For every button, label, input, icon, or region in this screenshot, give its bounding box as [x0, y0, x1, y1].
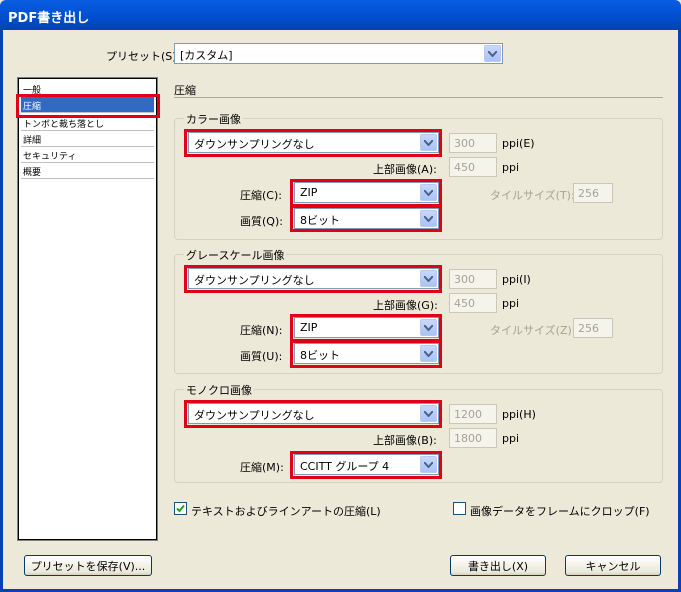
cancel-button[interactable]: キャンセル — [565, 555, 661, 576]
color-quality-label: 画質(Q): — [240, 215, 283, 228]
gray-ppi-field[interactable]: 300 — [449, 269, 497, 289]
text-compress-label: テキストおよびラインアートの圧縮(L) — [191, 505, 381, 518]
gray-ppi-label: ppi(I) — [502, 273, 531, 286]
mono-compression-label: 圧縮(M): — [240, 461, 284, 474]
sidebar-item-general[interactable]: 一般 — [21, 81, 154, 97]
color-group-title: カラー画像 — [184, 111, 243, 127]
mono-above-unit: ppi — [502, 432, 520, 445]
color-quality-select[interactable]: 8ビット — [294, 208, 439, 229]
color-tile-label: タイルサイズ(T): — [490, 189, 575, 202]
gray-compression-value: ZIP — [300, 321, 318, 334]
title-bar: PDF書き出し — [0, 0, 681, 30]
gray-above-field[interactable]: 450 — [449, 293, 497, 313]
chevron-down-icon[interactable] — [420, 319, 437, 336]
mono-above-field[interactable]: 1800 — [449, 428, 497, 448]
color-tile-field[interactable]: 256 — [573, 183, 613, 203]
mono-above-label: 上部画像(B): — [373, 434, 437, 447]
preset-select[interactable]: [カスタム] — [174, 43, 503, 64]
chevron-down-icon[interactable] — [420, 270, 437, 287]
color-ppi-field[interactable]: 300 — [449, 133, 497, 153]
preset-label: プリセット(S): — [106, 50, 181, 63]
gray-quality-select[interactable]: 8ビット — [294, 343, 439, 364]
sidebar-item-compression[interactable]: 圧縮 — [21, 97, 154, 113]
crop-checkbox[interactable] — [453, 502, 466, 515]
chevron-down-icon[interactable] — [420, 210, 437, 227]
mono-sampling-value: ダウンサンプリングなし — [194, 409, 315, 422]
gray-tile-field[interactable]: 256 — [573, 318, 613, 338]
chevron-down-icon[interactable] — [420, 345, 437, 362]
gray-tile-label: タイルサイズ(Z): — [490, 324, 576, 337]
color-above-field[interactable]: 450 — [449, 157, 497, 177]
color-compression-label: 圧縮(C): — [240, 189, 282, 202]
section-divider — [174, 97, 663, 98]
color-above-label: 上部画像(A): — [373, 163, 437, 176]
color-sampling-select[interactable]: ダウンサンプリングなし — [188, 132, 439, 153]
color-above-unit: ppi — [502, 161, 520, 174]
color-quality-value: 8ビット — [300, 214, 340, 227]
color-compression-value: ZIP — [300, 186, 318, 199]
gray-group-title: グレースケール画像 — [184, 247, 287, 263]
mono-group-title: モノクロ画像 — [184, 382, 254, 398]
color-compression-select[interactable]: ZIP — [294, 182, 439, 203]
color-sampling-value: ダウンサンプリングなし — [194, 138, 315, 151]
sidebar-item-marks-bleeds[interactable]: トンボと裁ち落とし — [21, 115, 154, 131]
chevron-down-icon[interactable] — [420, 405, 437, 422]
gray-above-unit: ppi — [502, 297, 520, 310]
preset-value: [カスタム] — [180, 49, 233, 62]
mono-compression-select[interactable]: CCITT グループ 4 — [294, 454, 439, 475]
sidebar-item-security[interactable]: セキュリティ — [21, 147, 154, 163]
window-title: PDF書き出し — [8, 11, 90, 26]
gray-above-label: 上部画像(G): — [373, 299, 438, 312]
checkmark-icon — [176, 504, 185, 513]
chevron-down-icon[interactable] — [420, 456, 437, 473]
chevron-down-icon[interactable] — [484, 45, 501, 62]
gray-quality-value: 8ビット — [300, 349, 340, 362]
chevron-down-icon[interactable] — [420, 134, 437, 151]
chevron-down-icon[interactable] — [420, 184, 437, 201]
gray-sampling-value: ダウンサンプリングなし — [194, 274, 315, 287]
sidebar-item-summary[interactable]: 概要 — [21, 163, 154, 179]
export-button[interactable]: 書き出し(X) — [450, 555, 546, 576]
gray-quality-label: 画質(U): — [240, 350, 283, 363]
mono-ppi-label: ppi(H) — [502, 408, 536, 421]
gray-sampling-select[interactable]: ダウンサンプリングなし — [188, 268, 439, 289]
color-ppi-label: ppi(E) — [502, 137, 535, 150]
mono-sampling-select[interactable]: ダウンサンプリングなし — [188, 403, 439, 424]
sidebar-item-advanced[interactable]: 詳細 — [21, 131, 154, 147]
mono-ppi-field[interactable]: 1200 — [449, 404, 497, 424]
mono-compression-value: CCITT グループ 4 — [300, 460, 390, 473]
category-list: 一般 圧縮 トンボと裁ち落とし 詳細 セキュリティ 概要 — [17, 77, 158, 541]
crop-label: 画像データをフレームにクロップ(F) — [470, 505, 650, 518]
text-compress-checkbox[interactable] — [174, 502, 187, 515]
save-preset-button[interactable]: プリセットを保存(V)... — [24, 555, 152, 576]
gray-compression-label: 圧縮(N): — [240, 324, 283, 337]
gray-compression-select[interactable]: ZIP — [294, 317, 439, 338]
section-title: 圧縮 — [174, 84, 196, 97]
